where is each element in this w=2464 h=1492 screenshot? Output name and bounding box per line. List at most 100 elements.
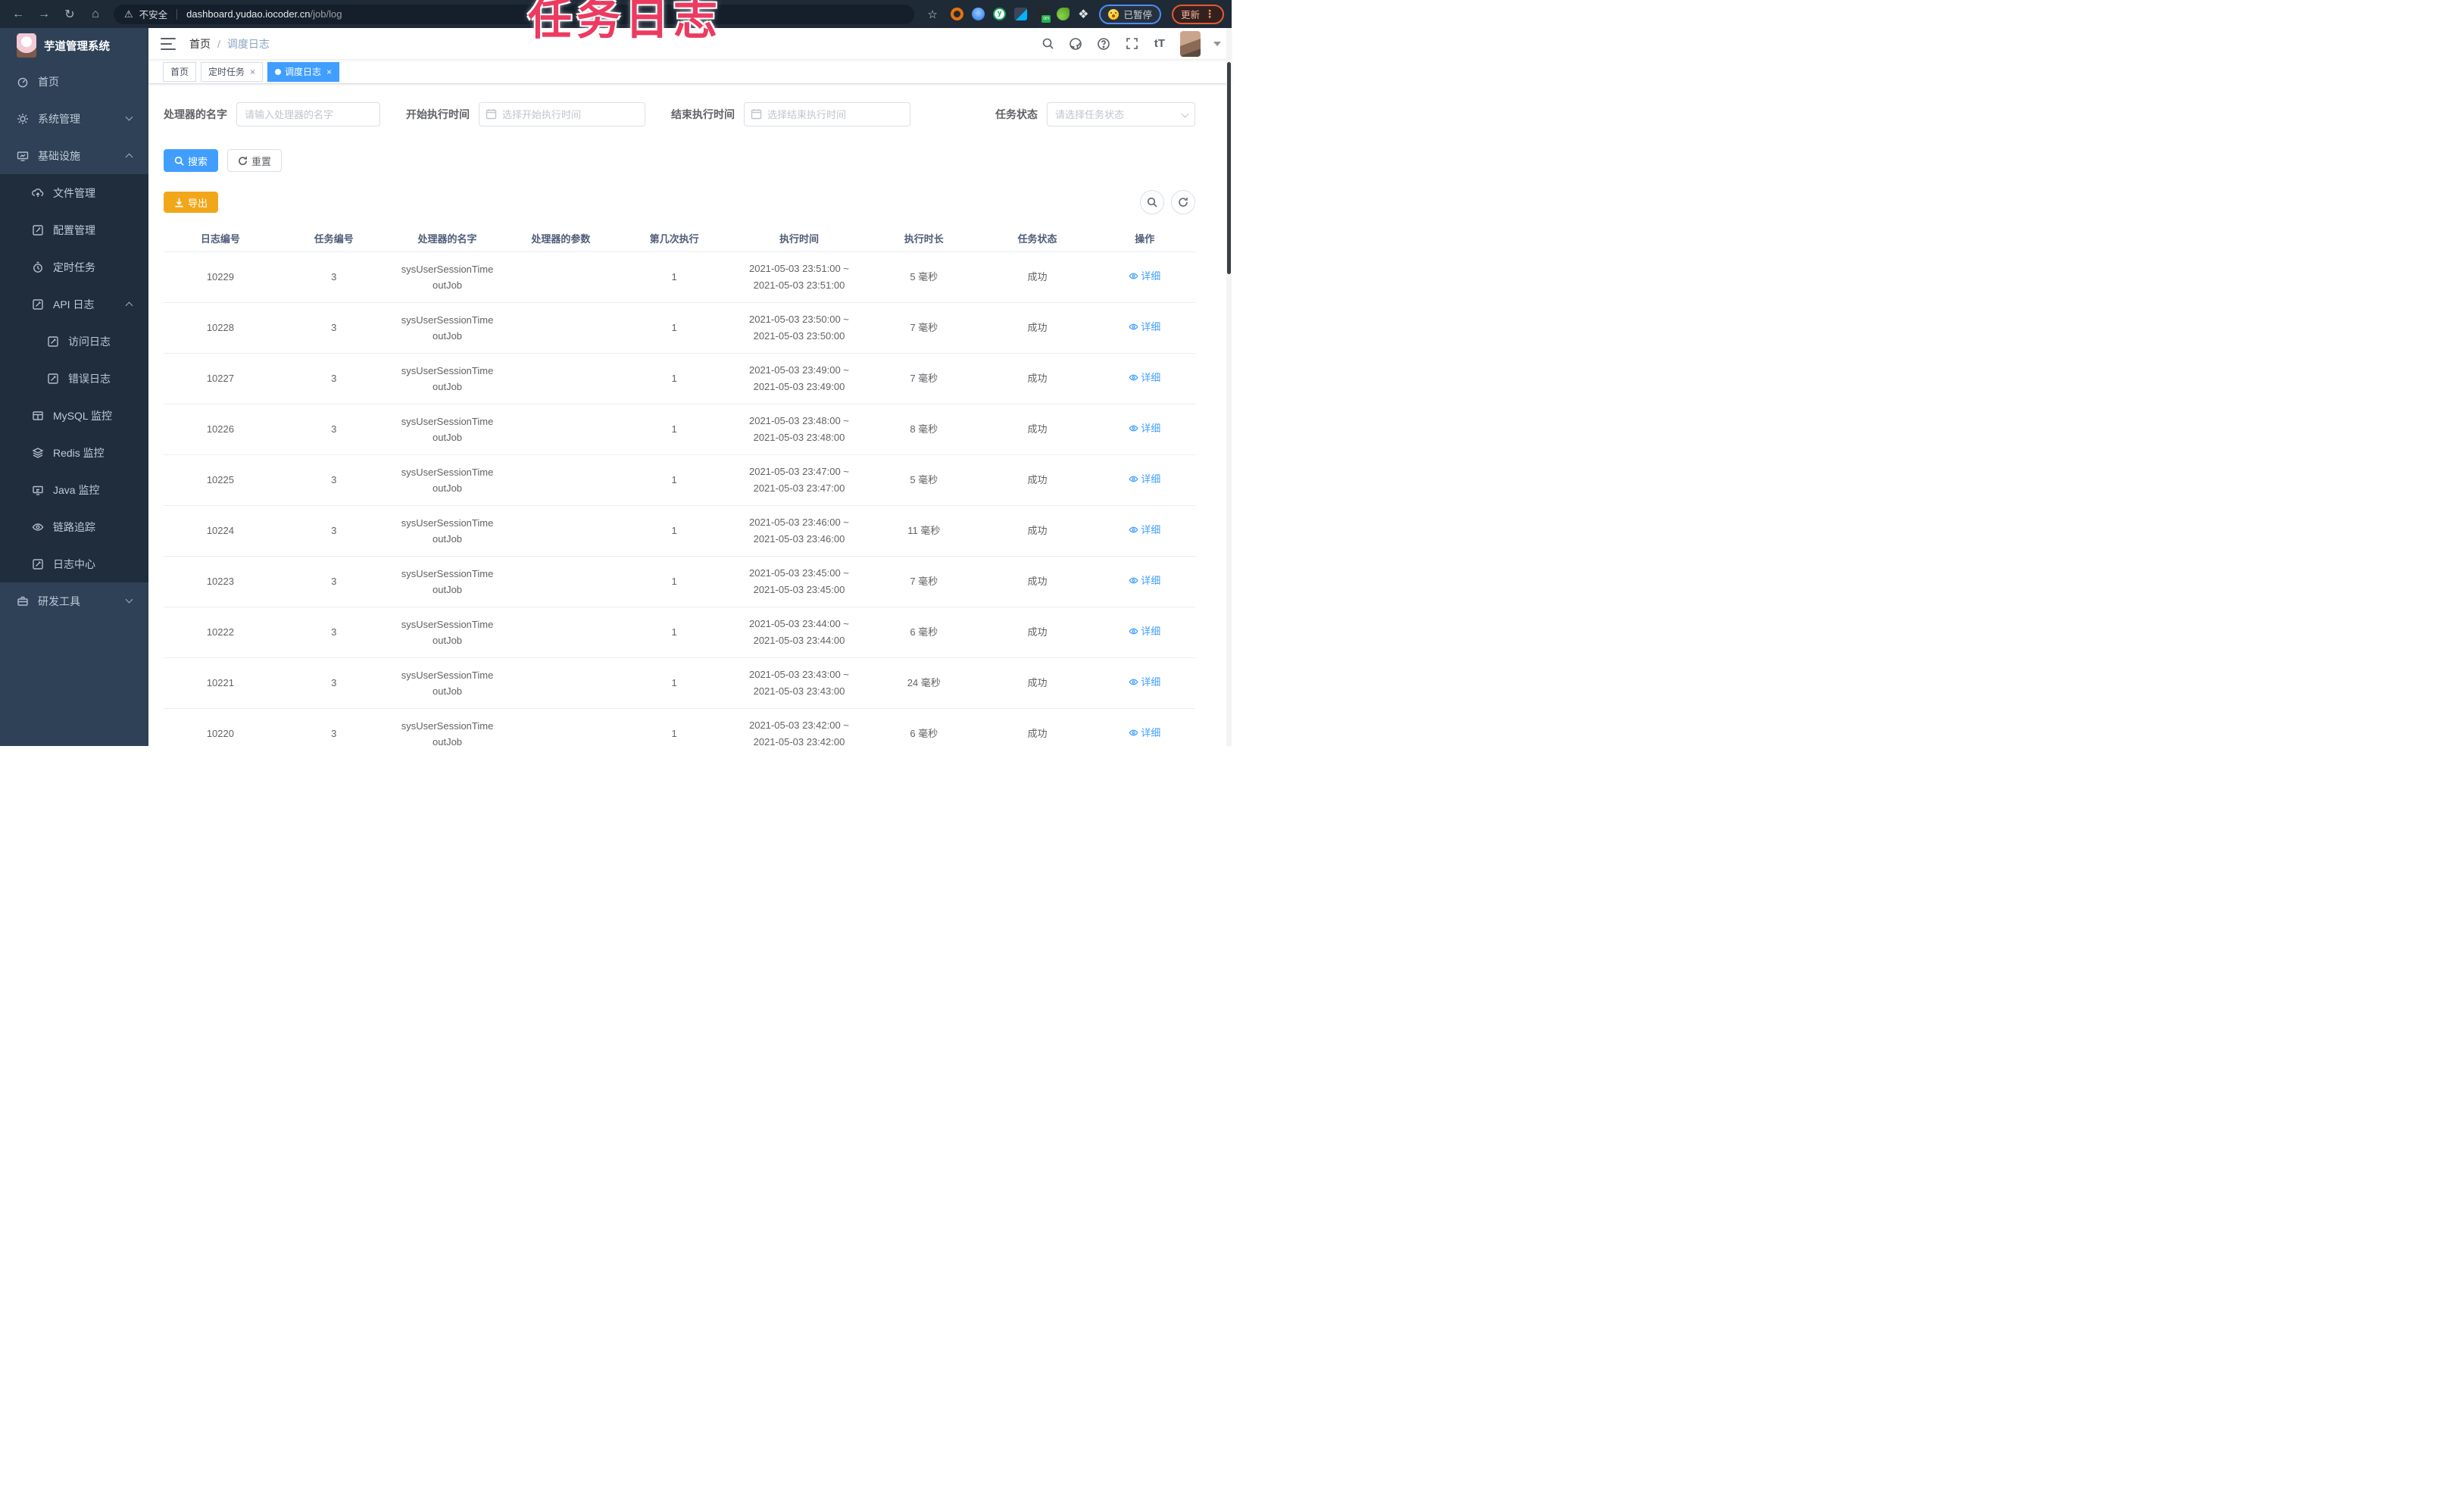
scrollbar-thumb[interactable] [1227,62,1231,274]
breadcrumb-current: 调度日志 [226,37,270,50]
handler-name-cell: sysUserSessionTimeoutJob [390,404,504,455]
tab-home[interactable]: 首页 [163,61,197,82]
search-button[interactable]: 搜索 [164,149,219,173]
handler-name-cell: sysUserSessionTimeoutJob [390,607,504,658]
detail-link[interactable]: 详细 [1129,471,1160,487]
execute-time-cell: 2021-05-03 23:51:00 ~ 2021-05-03 23:51:0… [731,251,867,303]
sidebar-item-redis-monitor[interactable]: Redis 监控 [0,434,148,471]
action-cell: 详细 [1094,454,1195,506]
app-logo[interactable]: 芋道管理系统 [0,28,148,63]
sidebar-item-java-monitor[interactable]: Java 监控 [0,471,148,508]
sidebar-item-file-management[interactable]: 文件管理 [0,174,148,211]
page-scrollbar[interactable] [1226,28,1232,746]
execute-time-cell: 2021-05-03 23:46:00 ~ 2021-05-03 23:46:0… [731,505,867,557]
sidebar-item-infrastructure[interactable]: 基础设施 [0,137,148,174]
forward-icon[interactable]: → [36,8,52,21]
end-time-picker[interactable] [744,102,910,127]
extension-ring-icon[interactable] [951,8,964,20]
extension-blue-icon[interactable] [972,8,985,20]
refresh-table-button[interactable] [1171,190,1195,215]
search-icon[interactable] [1040,36,1055,52]
bookmark-star-icon[interactable]: ☆ [925,8,940,21]
execute-index-cell: 1 [617,251,732,303]
sidebar-item-system[interactable]: 系统管理 [0,100,148,137]
extension-grid-icon[interactable] [1014,8,1028,20]
reset-button[interactable]: 重置 [227,149,283,173]
java-icon [32,484,44,496]
job-id-cell: 3 [276,556,391,607]
address-bar[interactable]: ⚠ 不安全 dashboard.yudao.iocoder.cn/job/log [114,4,915,24]
duration-cell: 6 毫秒 [867,607,981,658]
detail-link[interactable]: 详细 [1129,370,1160,385]
status-cell: 成功 [980,404,1095,455]
handler-param-cell [504,454,618,506]
annotation-title: 任务日志 [528,0,723,44]
github-icon[interactable] [1068,36,1083,52]
tab-scheduled-jobs[interactable]: 定时任务 × [201,61,264,82]
detail-link[interactable]: 详细 [1129,268,1160,284]
extensions-puzzle-icon[interactable]: ❖ [1078,7,1088,22]
handler-name-cell: sysUserSessionTimeoutJob [390,556,504,607]
job-id-cell: 3 [276,708,391,746]
help-icon[interactable] [1096,36,1111,52]
detail-link[interactable]: 详细 [1129,725,1160,741]
sidebar-item-access-log[interactable]: 访问日志 [0,323,148,360]
execute-index-cell: 1 [617,302,732,354]
handler-name-input[interactable] [236,102,380,127]
fullscreen-icon[interactable] [1124,36,1139,52]
eye-icon [1129,476,1138,482]
export-button[interactable]: 导出 [164,192,219,214]
extension-on-icon[interactable] [1035,8,1051,23]
detail-link[interactable]: 详细 [1129,420,1160,436]
browser-update-button[interactable]: 更新 ⋮ [1171,4,1224,24]
kebab-menu-icon[interactable]: ⋮ [1204,8,1215,20]
toggle-search-button[interactable] [1140,190,1164,215]
font-size-icon[interactable]: tT [1152,36,1167,52]
home-icon[interactable]: ⌂ [88,8,103,21]
status-cell: 成功 [980,251,1095,303]
detail-link[interactable]: 详细 [1129,319,1160,335]
begin-time-picker[interactable] [479,102,645,127]
detail-link[interactable]: 详细 [1129,522,1160,538]
profile-paused-button[interactable]: 已暂停 [1099,4,1161,24]
job-id-cell: 3 [276,657,391,709]
hamburger-icon[interactable] [161,37,176,50]
reload-icon[interactable]: ↻ [62,7,77,22]
execute-index-cell: 1 [617,708,732,746]
table-toolbar: 导出 [164,190,1195,215]
sidebar-item-mysql-monitor[interactable]: MySQL 监控 [0,397,148,434]
breadcrumb-home[interactable]: 首页 [189,36,211,52]
sidebar-item-dev-tools[interactable]: 研发工具 [0,582,148,620]
avatar-caret-icon[interactable] [1213,41,1221,46]
extension-green-icon[interactable]: y [993,8,1007,20]
close-tab-icon[interactable]: × [250,67,255,77]
handler-name-cell: sysUserSessionTimeoutJob [390,657,504,709]
execute-index-cell: 1 [617,454,732,506]
tab-job-log[interactable]: 调度日志 × [267,61,340,82]
sidebar-item-api-log[interactable]: API 日志 [0,286,148,323]
close-tab-icon[interactable]: × [326,67,332,77]
log-table-body: 10229 3 sysUserSessionTimeoutJob 1 2021-… [164,251,1195,746]
handler-param-cell [504,251,618,303]
detail-link[interactable]: 详细 [1129,623,1160,639]
not-secure-warning-icon: ⚠ [124,8,133,20]
sidebar-item-tracing[interactable]: 链路追踪 [0,508,148,545]
back-icon[interactable]: ← [11,8,26,21]
sidebar-item-error-log[interactable]: 错误日志 [0,360,148,397]
chevron-up-icon [125,301,133,310]
extension-leaf-icon[interactable] [1057,8,1070,20]
handler-name-cell: sysUserSessionTimeoutJob [390,708,504,746]
sidebar-item-log-center[interactable]: 日志中心 [0,545,148,582]
detail-link[interactable]: 详细 [1129,573,1160,588]
job-id-cell: 3 [276,302,391,354]
job-status-select[interactable] [1047,102,1195,127]
sidebar-item-config-management[interactable]: 配置管理 [0,211,148,248]
duration-cell: 24 毫秒 [867,657,981,709]
filter-status: 任务状态 [995,102,1195,127]
eye-icon [1129,679,1138,685]
detail-link[interactable]: 详细 [1129,674,1160,690]
user-avatar[interactable] [1180,30,1201,57]
sidebar-item-home[interactable]: 首页 [0,63,148,100]
log-id-cell: 10226 [164,404,277,455]
sidebar-item-scheduled-jobs[interactable]: 定时任务 [0,248,148,286]
